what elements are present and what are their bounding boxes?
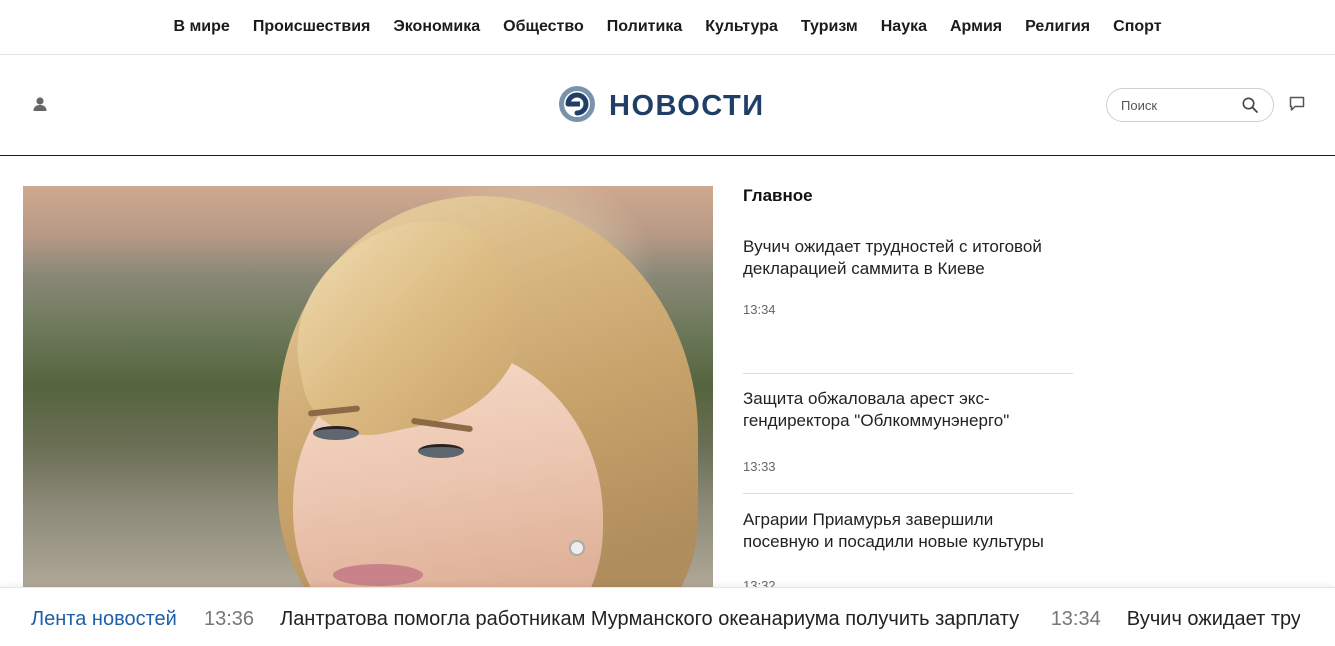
photo-earring — [571, 542, 583, 554]
ticker-entry-title[interactable]: Лантратова помогла работникам Мурманског… — [280, 608, 1019, 630]
news-item-time: 13:34 — [743, 302, 776, 317]
nav-item-incidents[interactable]: Происшествия — [241, 18, 382, 36]
main-news-section: Главное Вучич ожидает трудностей с итого… — [743, 186, 1073, 613]
nav-item-world[interactable]: В мире — [162, 18, 241, 36]
search-input[interactable] — [1121, 97, 1241, 113]
photo-eye — [418, 444, 464, 458]
ticker-entry-title[interactable]: Вучич ожидает трудностей с итоговой декл… — [1127, 608, 1300, 630]
logo-mark-icon — [557, 84, 597, 129]
nav-item-sport[interactable]: Спорт — [1102, 18, 1173, 36]
ticker-entry-time: 13:34 — [1050, 608, 1101, 630]
site-logo[interactable]: НОВОСТИ — [557, 85, 765, 127]
nav-item-society[interactable]: Общество — [492, 18, 596, 36]
nav-item-politics[interactable]: Политика — [595, 18, 693, 36]
ticker-entry[interactable]: 13:34 Вучич ожидает трудностей с итоговой… — [1051, 608, 1300, 631]
news-item-title[interactable]: Аграрии Приамурья завершили посевную и п… — [743, 509, 1073, 578]
nav-item-economy[interactable]: Экономика — [382, 18, 492, 36]
ticker-entry-time: 13:36 — [204, 608, 255, 630]
site-header: НОВОСТИ — [0, 55, 1335, 156]
nav-item-culture[interactable]: Культура — [694, 18, 790, 36]
nav-item-tourism[interactable]: Туризм — [789, 18, 869, 36]
user-icon[interactable] — [31, 95, 49, 113]
news-item-time: 13:33 — [743, 459, 776, 474]
news-item[interactable]: Вучич ожидает трудностей с итоговой декл… — [743, 220, 1073, 374]
category-nav-list: В мире Происшествия Экономика Общество П… — [162, 18, 1173, 36]
nav-item-religion[interactable]: Религия — [1014, 18, 1102, 36]
photo-lips — [333, 564, 423, 586]
search-box — [1106, 88, 1274, 122]
logo-text: НОВОСТИ — [609, 89, 765, 122]
news-ticker: Лента новостей 13:36 Лантратова помогла р… — [0, 587, 1335, 646]
news-item-title[interactable]: Вучич ожидает трудностей с итоговой декл… — [743, 236, 1073, 302]
category-nav: В мире Происшествия Экономика Общество П… — [0, 0, 1335, 55]
news-item[interactable]: Защита обжаловала арест экс-гендиректора… — [743, 374, 1073, 494]
nav-item-army[interactable]: Армия — [939, 18, 1014, 36]
photo-eye — [313, 426, 359, 440]
nav-item-science[interactable]: Наука — [869, 18, 938, 36]
lead-story-image[interactable] — [23, 186, 713, 587]
ticker-entry[interactable]: 13:36 Лантратова помогла работникам Мурма… — [204, 608, 1019, 631]
ticker-track: 13:36 Лантратова помогла работникам Мурма… — [204, 608, 1300, 631]
chat-icon[interactable] — [1288, 95, 1306, 113]
ticker-label[interactable]: Лента новостей — [31, 608, 177, 631]
search-icon[interactable] — [1241, 96, 1259, 114]
news-item-title[interactable]: Защита обжаловала арест экс-гендиректора… — [743, 388, 1073, 459]
main-news-heading: Главное — [743, 186, 813, 205]
